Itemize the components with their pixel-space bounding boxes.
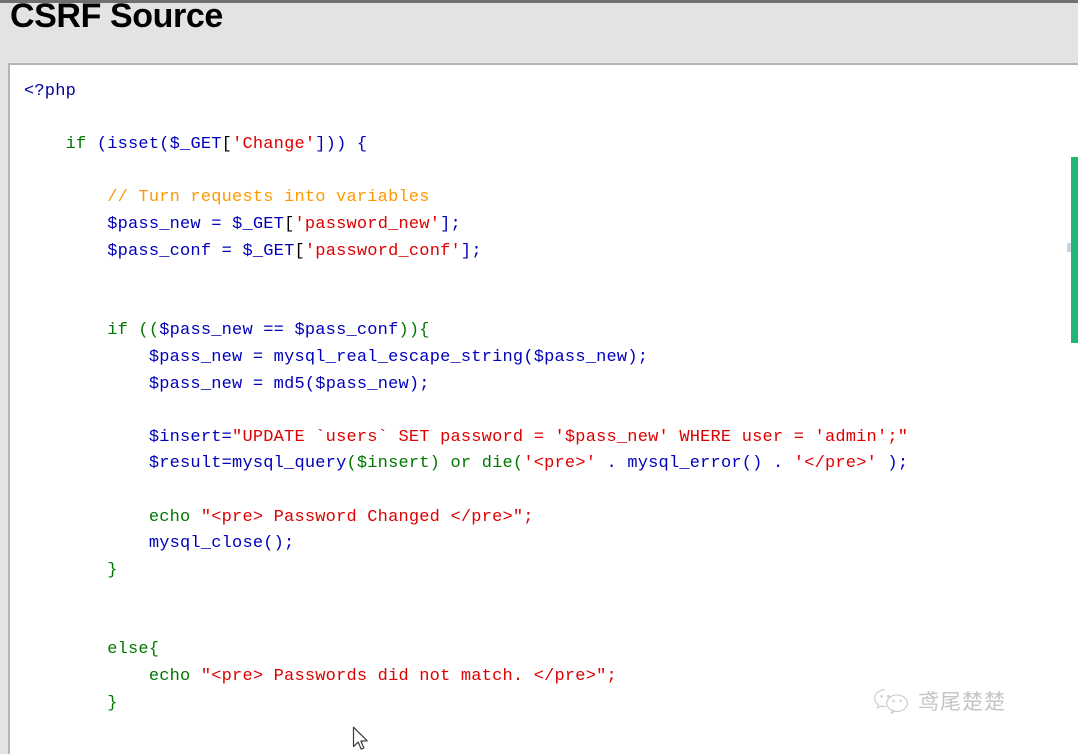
page-root: CSRF Source <?php if (isset($_GET['Chang… — [0, 0, 1078, 754]
echo-keyword-2: echo — [148, 667, 191, 687]
concat-operator-1: . — [596, 454, 628, 474]
statement-end-2: ]; — [460, 241, 482, 261]
pre-open-string: '<pre>' — [523, 454, 597, 474]
mysql-close-args: (); — [263, 534, 295, 554]
password-new-key: 'password_new' — [294, 214, 441, 234]
md5-args: ($pass_new); — [304, 374, 430, 394]
if-keyword: if — [65, 135, 87, 155]
code-scroll-area[interactable]: <?php if (isset($_GET['Change'])) { // T… — [10, 65, 1078, 754]
page-title: CSRF Source — [10, 0, 223, 35]
password-conf-key: 'password_conf' — [304, 241, 461, 261]
statement-end-1: ]; — [440, 214, 461, 234]
mysql-close-call: mysql_close — [148, 534, 264, 554]
get-superglobal-2: $_GET — [232, 214, 285, 234]
pass-new-assign-md5: $pass_new — [148, 374, 243, 394]
isset-call-close: ])) { — [315, 135, 368, 155]
pass-conf-variable: $pass_conf — [107, 241, 212, 261]
pass-new-variable: $pass_new — [107, 214, 201, 234]
assign-operator-1: = — [200, 214, 233, 234]
isset-call-open: (isset( — [96, 135, 170, 155]
scroll-indicator-notch — [1067, 243, 1071, 252]
get-superglobal-3: $_GET — [242, 241, 295, 261]
mysql-real-escape-string-args: ($pass_new); — [523, 347, 649, 367]
php-source-code: <?php if (isset($_GET['Change'])) { // T… — [24, 82, 909, 713]
equality-operator: == — [252, 321, 295, 341]
pass-new-compare: $pass_new — [159, 321, 253, 341]
md5-call: md5 — [273, 374, 305, 394]
if-compare-close: )){ — [398, 321, 430, 341]
mysql-query-tail: ); — [877, 454, 909, 474]
php-open-tag: <?php — [24, 82, 77, 101]
pass-new-assign-escape: $pass_new — [148, 347, 243, 367]
assign-operator-2: = — [211, 241, 243, 261]
insert-sql-string: "UPDATE `users` SET password = '$pass_ne… — [232, 427, 909, 447]
closing-brace-else: } — [107, 693, 118, 713]
vertical-scroll-indicator[interactable] — [1071, 157, 1078, 343]
mysql-query-call: mysql_query — [232, 454, 347, 474]
mysql-real-escape-string-call: mysql_real_escape_string — [273, 347, 524, 367]
assign-operator-3: = — [242, 347, 274, 367]
insert-variable: $insert= — [148, 427, 233, 447]
assign-operator-4: = — [242, 374, 274, 394]
password-changed-string: "<pre> Password Changed </pre>"; — [200, 507, 534, 527]
change-key-string: 'Change' — [232, 135, 316, 155]
if-compare-open: if (( — [107, 321, 160, 341]
header-band: CSRF Source — [0, 0, 1078, 57]
code-comment: // Turn requests into variables — [107, 188, 430, 208]
result-variable: $result= — [148, 454, 233, 474]
get-superglobal-1: $_GET — [169, 135, 222, 155]
echo-keyword-1: echo — [148, 507, 191, 527]
mysql-error-call: mysql_error() — [627, 454, 763, 474]
mysql-query-args: ($insert) or die( — [346, 454, 524, 474]
concat-operator-2: . — [762, 454, 794, 474]
closing-brace-if: } — [107, 560, 118, 580]
passwords-no-match-string: "<pre> Passwords did not match. </pre>"; — [200, 667, 617, 687]
pre-close-string: '</pre>' — [793, 454, 878, 474]
pass-conf-compare: $pass_conf — [294, 321, 399, 341]
source-code-panel[interactable]: <?php if (isset($_GET['Change'])) { // T… — [8, 63, 1078, 754]
else-keyword: else{ — [107, 640, 160, 660]
